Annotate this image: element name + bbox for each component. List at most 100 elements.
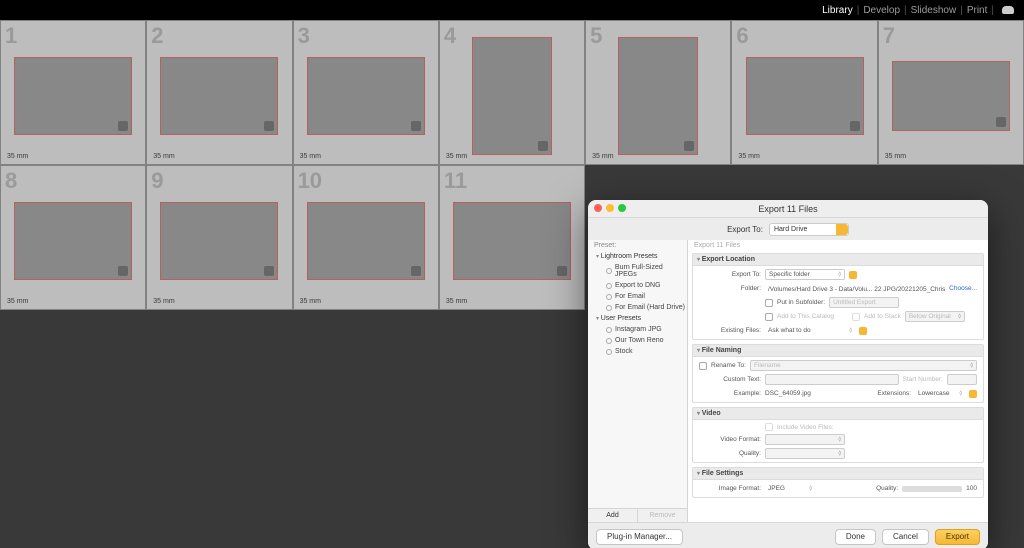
preset-add-button[interactable]: Add bbox=[588, 509, 638, 522]
thumbnail-cell[interactable]: 935 mm bbox=[146, 165, 292, 310]
cell-index: 8 bbox=[5, 168, 17, 194]
preset-item[interactable]: For Email (Hard Drive) bbox=[588, 302, 687, 313]
module-slideshow[interactable]: Slideshow bbox=[911, 5, 957, 16]
thumbnail-image[interactable] bbox=[160, 202, 278, 280]
thumbnail-image[interactable] bbox=[618, 37, 698, 155]
cancel-button[interactable]: Cancel bbox=[882, 529, 929, 545]
window-controls bbox=[594, 204, 626, 212]
choose-folder-button[interactable]: Choose... bbox=[949, 285, 977, 292]
rename-label: Rename To: bbox=[711, 362, 746, 369]
cell-index: 1 bbox=[5, 23, 17, 49]
section-header[interactable]: Video bbox=[693, 408, 983, 420]
library-grid-area: 135 mm235 mm335 mm435 mm535 mm635 mm735 … bbox=[0, 20, 1024, 548]
thumbnail-image[interactable] bbox=[14, 57, 132, 135]
start-number-label: Start Number: bbox=[903, 376, 943, 383]
video-quality-select bbox=[765, 448, 845, 459]
preset-item[interactable]: Export to DNG bbox=[588, 280, 687, 291]
image-format-select[interactable]: JPEG bbox=[765, 483, 815, 494]
preset-item[interactable]: For Email bbox=[588, 291, 687, 302]
preset-group[interactable]: Lightroom Presets bbox=[588, 251, 687, 262]
focal-length-label: 35 mm bbox=[446, 153, 467, 160]
metadata-badge-icon bbox=[264, 266, 274, 276]
cell-index: 2 bbox=[151, 23, 163, 49]
thumbnail-cell[interactable]: 635 mm bbox=[731, 20, 877, 165]
extensions-select[interactable]: Lowercase bbox=[915, 388, 965, 399]
metadata-badge-icon bbox=[850, 121, 860, 131]
zoom-icon[interactable] bbox=[618, 204, 626, 212]
metadata-badge-icon bbox=[264, 121, 274, 131]
export-count-label: Export 11 Files bbox=[688, 240, 988, 251]
separator: | bbox=[857, 5, 860, 16]
thumbnail-cell[interactable]: 135 mm bbox=[0, 20, 146, 165]
existing-files-select[interactable]: Ask what to do bbox=[765, 325, 855, 336]
warning-icon bbox=[969, 390, 977, 398]
dialog-body: Preset: Lightroom PresetsBurn Full-Sized… bbox=[588, 240, 988, 522]
preset-item-label: Export to DNG bbox=[615, 282, 661, 289]
focal-length-label: 35 mm bbox=[592, 153, 613, 160]
export-target-row: Export To: Hard Drive bbox=[588, 218, 988, 240]
metadata-badge-icon bbox=[411, 121, 421, 131]
loc-export-to-select[interactable]: Specific folder bbox=[765, 269, 845, 280]
add-stack-label: Add to Stack bbox=[864, 313, 901, 320]
section-header[interactable]: File Settings bbox=[693, 468, 983, 480]
thumbnail-cell[interactable]: 5 35 mm bbox=[585, 20, 731, 165]
quality-value: 100 bbox=[966, 485, 977, 492]
preset-group[interactable]: User Presets bbox=[588, 313, 687, 324]
quality-slider[interactable] bbox=[902, 486, 962, 492]
thumbnail-image[interactable] bbox=[307, 57, 425, 135]
module-print[interactable]: Print bbox=[967, 5, 988, 16]
preset-remove-button: Remove bbox=[638, 509, 687, 522]
radio-icon bbox=[606, 294, 612, 300]
thumbnail-cell[interactable]: 4 35 mm bbox=[439, 20, 585, 165]
cloud-sync-icon[interactable] bbox=[1002, 6, 1014, 14]
thumbnail-image[interactable] bbox=[160, 57, 278, 135]
folder-label: Folder: bbox=[699, 285, 761, 292]
minimize-icon[interactable] bbox=[606, 204, 614, 212]
export-to-select[interactable]: Hard Drive bbox=[769, 223, 849, 236]
existing-label: Existing Files: bbox=[699, 327, 761, 334]
metadata-badge-icon bbox=[411, 266, 421, 276]
cell-index: 4 bbox=[444, 23, 456, 49]
close-icon[interactable] bbox=[594, 204, 602, 212]
module-develop[interactable]: Develop bbox=[863, 5, 900, 16]
thumbnail-cell[interactable]: 1135 mm bbox=[439, 165, 585, 310]
thumbnail-image[interactable] bbox=[14, 202, 132, 280]
thumbnail-image[interactable] bbox=[307, 202, 425, 280]
export-to-value: Hard Drive bbox=[774, 226, 807, 233]
preset-item[interactable]: Burn Full-Sized JPEGs bbox=[588, 262, 687, 280]
export-button[interactable]: Export bbox=[935, 529, 980, 545]
custom-text-input bbox=[765, 374, 899, 385]
focal-length-label: 35 mm bbox=[153, 153, 174, 160]
example-value: DSC_64059.jpg bbox=[765, 390, 811, 397]
thumbnail-cell[interactable]: 1035 mm bbox=[293, 165, 439, 310]
cell-index: 5 bbox=[590, 23, 602, 49]
rename-checkbox[interactable] bbox=[699, 362, 707, 370]
radio-icon bbox=[606, 283, 612, 289]
thumbnail-image[interactable] bbox=[892, 61, 1010, 131]
separator: | bbox=[904, 5, 907, 16]
section-header[interactable]: Export Location bbox=[693, 254, 983, 266]
done-button[interactable]: Done bbox=[835, 529, 876, 545]
subfolder-input: Untitled Export bbox=[829, 297, 899, 308]
metadata-badge-icon bbox=[996, 117, 1006, 127]
preset-item[interactable]: Instagram JPG bbox=[588, 324, 687, 335]
thumbnail-image[interactable] bbox=[453, 202, 571, 280]
preset-item[interactable]: Our Town Reno bbox=[588, 335, 687, 346]
thumbnail-cell[interactable]: 735 mm bbox=[878, 20, 1024, 165]
plugin-manager-button[interactable]: Plug-in Manager... bbox=[596, 529, 683, 545]
module-library[interactable]: Library bbox=[822, 5, 853, 16]
subfolder-checkbox[interactable] bbox=[765, 299, 773, 307]
add-catalog-checkbox[interactable] bbox=[765, 313, 773, 321]
preset-item-label: For Email (Hard Drive) bbox=[615, 304, 685, 311]
stack-position-select: Below Original bbox=[905, 311, 965, 322]
thumbnail-cell[interactable]: 8 35 mm bbox=[0, 165, 146, 310]
preset-item[interactable]: Stock bbox=[588, 346, 687, 357]
separator: | bbox=[960, 5, 963, 16]
thumbnail-cell[interactable]: 335 mm bbox=[293, 20, 439, 165]
focal-length-label: 35 mm bbox=[300, 153, 321, 160]
thumbnail-image[interactable] bbox=[472, 37, 552, 155]
focal-length-label: 35 mm bbox=[7, 298, 28, 305]
thumbnail-cell[interactable]: 2 35 mm bbox=[146, 20, 292, 165]
thumbnail-image[interactable] bbox=[746, 57, 864, 135]
section-header[interactable]: File Naming bbox=[693, 345, 983, 357]
